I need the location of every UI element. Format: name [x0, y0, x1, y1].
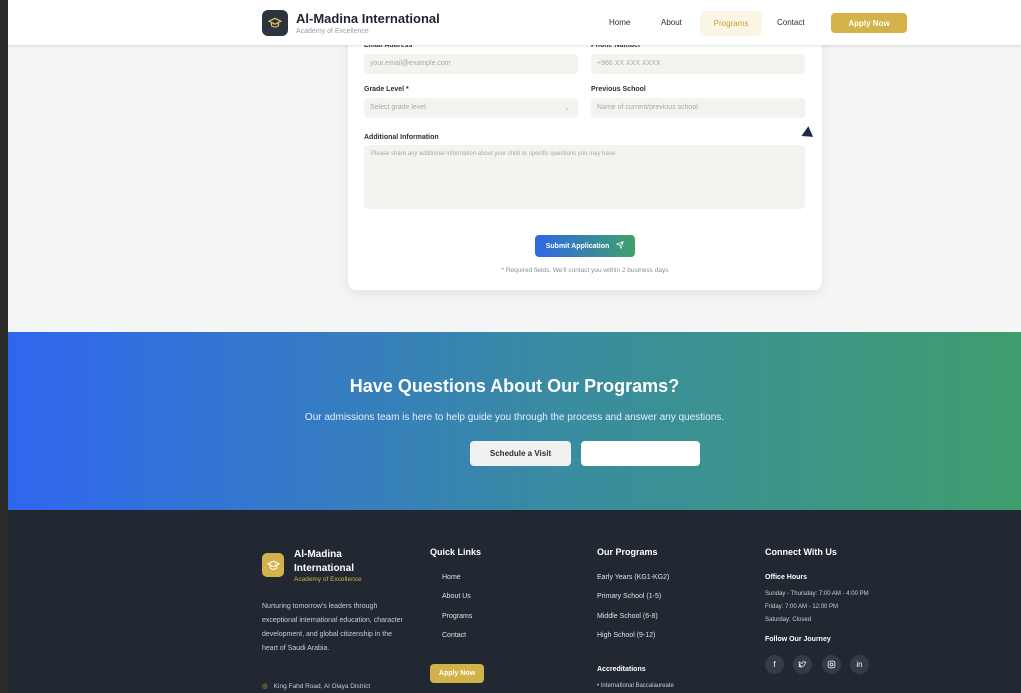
window-edge [0, 0, 8, 693]
page-viewport: Al-Madina International Academy of Excel… [8, 0, 1021, 693]
school-label: Previous School [591, 86, 646, 93]
info-label: Additional Information [364, 134, 439, 141]
grade-label: Grade Level * [364, 86, 409, 93]
location-pin-icon: ◎ [262, 683, 268, 690]
nav-about[interactable]: About [661, 18, 682, 27]
grade-select-value: Select grade level [370, 104, 426, 111]
program-primary[interactable]: Primary School (1-5) [597, 593, 661, 600]
schedule-visit-button[interactable]: Schedule a Visit [470, 441, 571, 466]
office-hours-friday: Friday: 7:00 AM - 12:00 PM [765, 604, 839, 610]
email-field[interactable]: your.email@example.com [364, 54, 578, 74]
program-middle[interactable]: Middle School (6-8) [597, 613, 658, 620]
footer-brand-name: Al-Madina International [294, 549, 355, 574]
graduation-cap-icon [262, 553, 284, 577]
footer-apply-button[interactable]: Apply Now [430, 664, 484, 683]
cta-secondary-button[interactable] [581, 441, 700, 466]
submit-application-button[interactable]: Submit Application [535, 235, 635, 257]
office-hours-weekdays: Sunday - Thursday: 7:00 AM - 4:00 PM [765, 591, 869, 597]
instagram-icon[interactable] [822, 655, 841, 674]
footer-description: Nurturing tomorrow's leaders through exc… [262, 603, 403, 652]
footer-link-contact[interactable]: Contact [442, 632, 466, 639]
address-text: King Fahd Road, Al Olaya District [273, 682, 371, 690]
submit-label: Submit Application [545, 242, 610, 250]
connect-title: Connect With Us [765, 547, 837, 557]
facebook-icon[interactable]: f [765, 655, 784, 674]
follow-title: Follow Our Journey [765, 636, 831, 643]
office-hours-saturday: Saturday: Closed [765, 617, 812, 623]
site-footer: Al-Madina International Academy of Excel… [8, 510, 1021, 693]
cta-subtitle: Our admissions team is here to help guid… [304, 412, 725, 423]
programs-title: Our Programs [597, 547, 658, 557]
program-early-years[interactable]: Early Years (KG1-KG2) [597, 574, 669, 581]
nav-contact[interactable]: Contact [777, 18, 805, 27]
linkedin-icon[interactable]: in [850, 655, 869, 674]
apply-now-button[interactable]: Apply Now [831, 13, 907, 33]
brand-name[interactable]: Al-Madina International [296, 11, 440, 26]
nav-home[interactable]: Home [609, 18, 630, 27]
previous-school-field[interactable]: Name of current/previous school [591, 98, 805, 118]
accreditation-item: • International Baccalaureate [597, 683, 674, 689]
cta-title: Have Questions About Our Programs? [349, 376, 680, 396]
graduation-cap-icon[interactable] [262, 10, 288, 36]
site-header: Al-Madina International Academy of Excel… [8, 0, 1021, 45]
application-form-card: Email Address * your.email@example.com P… [348, 20, 822, 290]
quick-links-title: Quick Links [430, 547, 482, 557]
brand-tagline: Academy of Excellence [296, 28, 369, 35]
additional-info-textarea[interactable]: Please share any additional information … [364, 145, 805, 209]
accreditations-title: Accreditations [597, 666, 646, 673]
program-high[interactable]: High School (9-12) [597, 632, 655, 639]
office-hours-title: Office Hours [765, 574, 808, 581]
footer-address: ◎ King Fahd Road, Al Olaya District [262, 682, 371, 691]
chevron-down-icon: ⌄ [564, 105, 570, 112]
nav-programs[interactable]: Programs [700, 11, 762, 36]
phone-field[interactable]: +966 XX XXX XXXX [591, 54, 805, 74]
questions-cta-section: Have Questions About Our Programs? Our a… [8, 332, 1021, 510]
footer-link-about[interactable]: About Us [442, 593, 471, 600]
footer-brand-tagline: Academy of Excellence [294, 576, 362, 583]
grade-select[interactable]: Select grade level ⌄ [364, 98, 578, 118]
footer-link-programs[interactable]: Programs [442, 613, 472, 620]
send-icon [616, 241, 625, 251]
required-fields-note: * Required fields. We'll contact you wit… [501, 267, 669, 274]
twitter-icon[interactable] [793, 655, 812, 674]
footer-link-home[interactable]: Home [442, 574, 461, 581]
